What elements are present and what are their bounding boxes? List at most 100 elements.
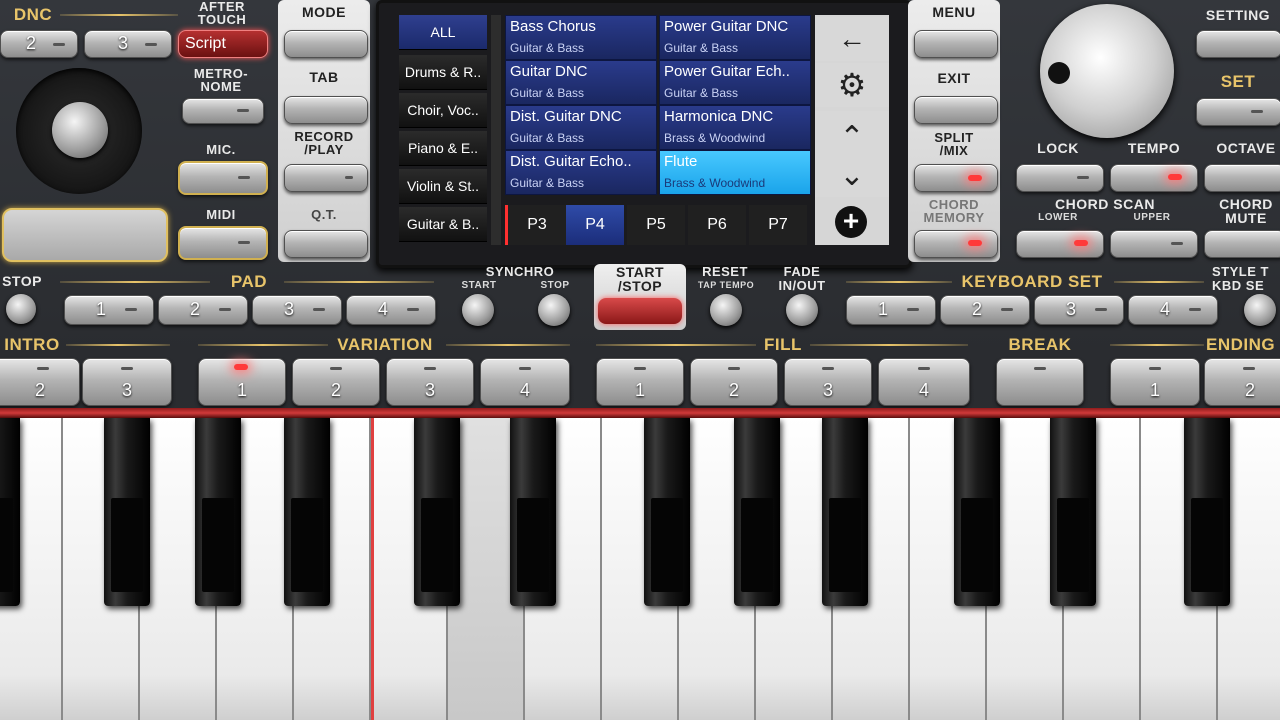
black-key[interactable] <box>954 418 1000 606</box>
synchro-stop-knob[interactable] <box>538 294 570 326</box>
variation-4-dash <box>519 367 531 370</box>
reset-knob[interactable] <box>710 294 742 326</box>
joystick-knob[interactable] <box>52 102 108 158</box>
octave-button[interactable] <box>1204 164 1280 192</box>
chord-memory-button[interactable] <box>914 230 998 258</box>
kbd-set-separator-right <box>1114 281 1204 283</box>
style-flute[interactable]: Flute Brass & Woodwind <box>659 150 811 195</box>
back-arrow-icon[interactable]: ← <box>815 17 889 61</box>
page-p6[interactable]: P6 <box>688 205 746 245</box>
variation-4-button[interactable]: 4 <box>480 358 570 406</box>
midi-button[interactable] <box>178 226 268 260</box>
category-choir[interactable]: Choir, Voc.. <box>399 93 487 128</box>
variation-2-button[interactable]: 2 <box>292 358 380 406</box>
tab-button[interactable] <box>284 96 368 124</box>
tempo-button[interactable] <box>1110 164 1198 192</box>
mic-button[interactable] <box>178 161 268 195</box>
fill-1-button[interactable]: 1 <box>596 358 684 406</box>
kbd-set-4-button[interactable]: 4 <box>1128 295 1218 325</box>
black-key[interactable] <box>510 418 556 606</box>
style-harmonica-dnc[interactable]: Harmonica DNC Brass & Woodwind <box>659 105 811 150</box>
pad-3-button[interactable]: 3 <box>252 295 342 325</box>
style-dist-guitar-dnc[interactable]: Dist. Guitar DNC Guitar & Bass <box>505 105 657 150</box>
fill-4-button[interactable]: 4 <box>878 358 970 406</box>
intro-2-button[interactable]: 2 <box>0 358 80 406</box>
fill-3-button[interactable]: 3 <box>784 358 872 406</box>
style-bass-chorus[interactable]: Bass Chorus Guitar & Bass <box>505 15 657 60</box>
black-key[interactable] <box>0 418 20 606</box>
variation-3-button[interactable]: 3 <box>386 358 474 406</box>
style-power-guitar-dnc[interactable]: Power Guitar DNC Guitar & Bass <box>659 15 811 60</box>
set-button[interactable] <box>1196 98 1280 126</box>
break-label: BREAK <box>1008 335 1072 354</box>
start-stop-button[interactable] <box>598 298 682 324</box>
black-key[interactable] <box>284 418 330 606</box>
exit-button[interactable] <box>914 96 998 124</box>
category-all[interactable]: ALL <box>399 15 487 50</box>
list-scrollbar[interactable] <box>491 15 501 245</box>
chord-mute-button[interactable] <box>1204 230 1280 258</box>
kbd-set-1-button[interactable]: 1 <box>846 295 936 325</box>
variation-4-label: 4 <box>519 380 530 400</box>
black-key[interactable] <box>1184 418 1230 606</box>
black-key[interactable] <box>104 418 150 606</box>
style-guitar-dnc[interactable]: Guitar DNC Guitar & Bass <box>505 60 657 105</box>
ending-1-button[interactable]: 1 <box>1110 358 1200 406</box>
chord-scan-upper-button[interactable] <box>1110 230 1198 258</box>
lock-button[interactable] <box>1016 164 1104 192</box>
category-violin[interactable]: Violin & St.. <box>399 169 487 204</box>
style-power-guitar-echo[interactable]: Power Guitar Ech.. Guitar & Bass <box>659 60 811 105</box>
octave-label: OCTAVE <box>1216 140 1276 156</box>
setting-button[interactable] <box>1196 30 1280 58</box>
fade-knob[interactable] <box>786 294 818 326</box>
dnc-3-dash <box>145 43 157 46</box>
kbd-set-2-button[interactable]: 2 <box>940 295 1030 325</box>
record-play-button[interactable] <box>284 164 368 192</box>
fill-3-dash <box>822 367 834 370</box>
break-button[interactable] <box>996 358 1084 406</box>
dnc-3-button[interactable]: 3 <box>84 30 172 58</box>
lock-label: LOCK <box>1037 140 1079 156</box>
script-button[interactable]: Script <box>178 30 268 58</box>
split-mix-button[interactable] <box>914 164 998 192</box>
qt-button[interactable] <box>284 230 368 258</box>
pad-2-button[interactable]: 2 <box>158 295 248 325</box>
add-circle-icon[interactable]: + <box>835 206 867 238</box>
mode-button[interactable] <box>284 30 368 58</box>
chord-memory-label: CHORD MEMORY <box>923 197 985 225</box>
black-key[interactable] <box>822 418 868 606</box>
category-guitar[interactable]: Guitar & B.. <box>399 207 487 242</box>
style-dist-guitar-echo[interactable]: Dist. Guitar Echo.. Guitar & Bass <box>505 150 657 195</box>
chord-scan-lower-button[interactable] <box>1016 230 1104 258</box>
black-key[interactable] <box>644 418 690 606</box>
stop-knob[interactable] <box>6 294 36 324</box>
metronome-button[interactable] <box>182 98 264 124</box>
reset-label: RESET <box>702 264 748 279</box>
page-p4[interactable]: P4 <box>566 205 624 245</box>
category-piano[interactable]: Piano & E.. <box>399 131 487 166</box>
settings-gear-icon[interactable]: ⚙ <box>815 63 889 107</box>
ribbon-controller[interactable] <box>2 208 168 262</box>
chevron-down-icon[interactable]: ⌄ <box>815 153 889 197</box>
page-p5[interactable]: P5 <box>627 205 685 245</box>
chevron-up-icon[interactable]: ⌃ <box>815 111 889 155</box>
page-p3[interactable]: P3 <box>505 205 566 245</box>
black-key[interactable] <box>414 418 460 606</box>
pad-4-button[interactable]: 4 <box>346 295 436 325</box>
black-key[interactable] <box>195 418 241 606</box>
synchro-start-knob[interactable] <box>462 294 494 326</box>
style-kbd-knob[interactable] <box>1244 294 1276 326</box>
ending-2-button[interactable]: 2 <box>1204 358 1280 406</box>
page-p6-label: P6 <box>707 216 727 233</box>
kbd-set-3-button[interactable]: 3 <box>1034 295 1124 325</box>
black-key[interactable] <box>734 418 780 606</box>
category-drums[interactable]: Drums & R.. <box>399 55 487 90</box>
fill-2-button[interactable]: 2 <box>690 358 778 406</box>
black-key[interactable] <box>1050 418 1096 606</box>
style-kbd-label: STYLE T KBD SE <box>1212 264 1269 293</box>
page-p7[interactable]: P7 <box>749 205 807 245</box>
intro-3-button[interactable]: 3 <box>82 358 172 406</box>
dnc-2-button[interactable]: 2 <box>0 30 78 58</box>
menu-button[interactable] <box>914 30 998 58</box>
pad-1-button[interactable]: 1 <box>64 295 154 325</box>
